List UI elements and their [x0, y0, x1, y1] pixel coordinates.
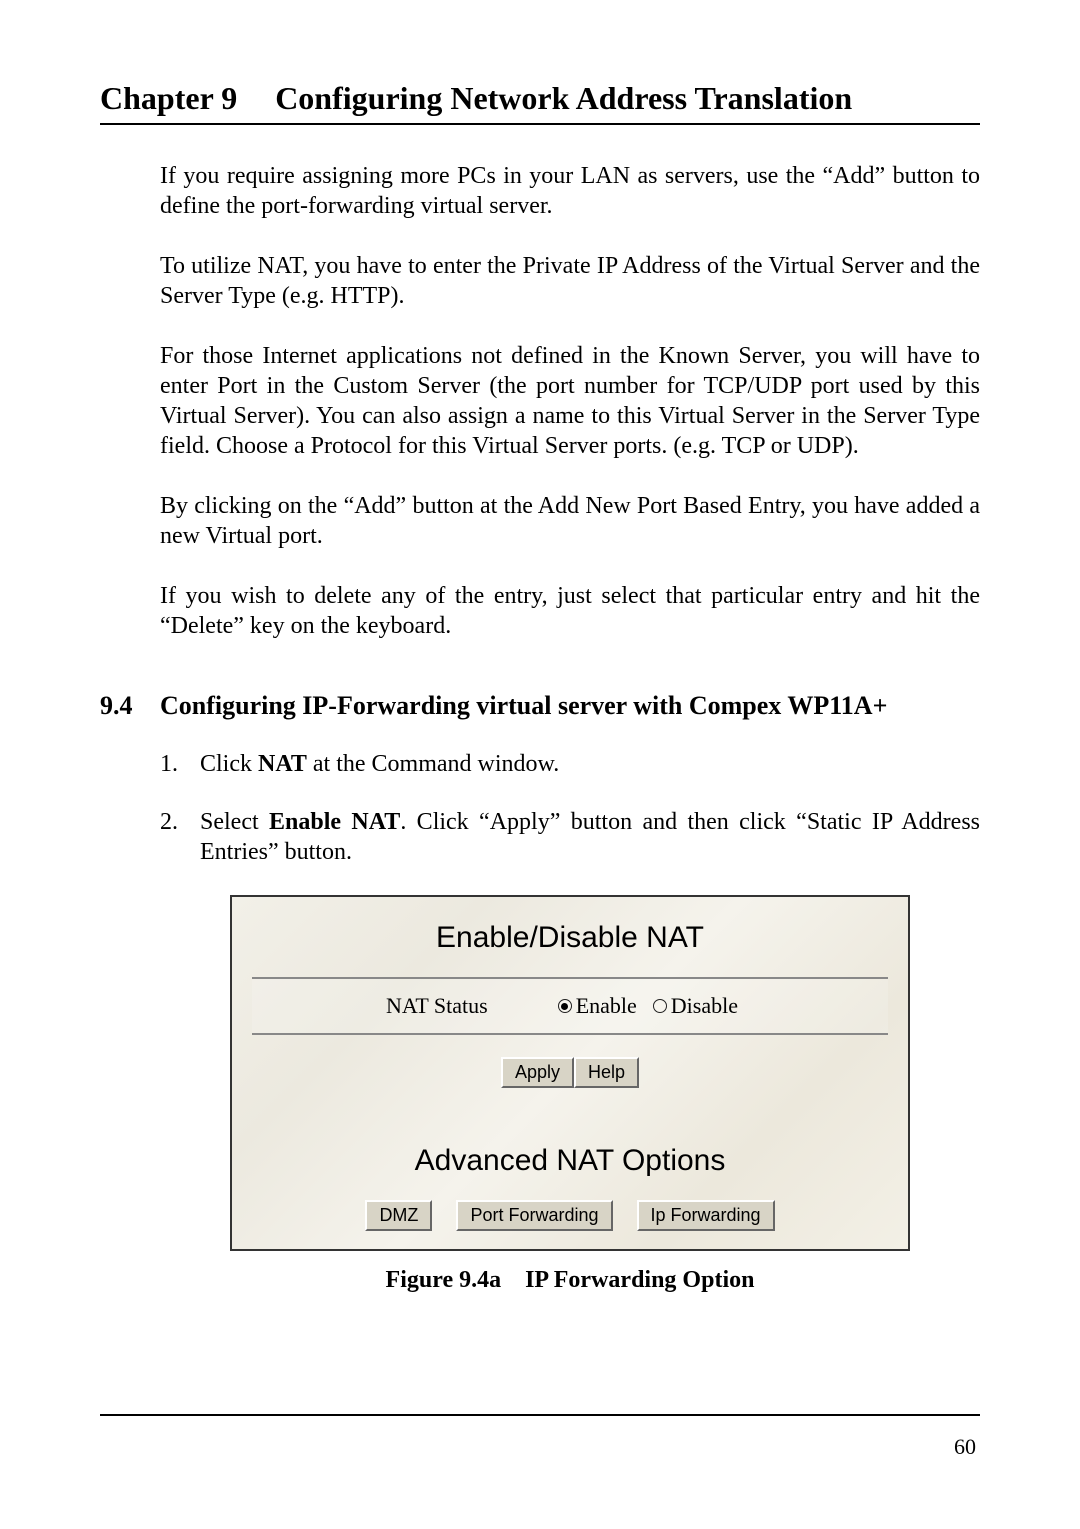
chapter-title: Chapter 9 Configuring Network Address Tra… — [100, 80, 980, 117]
radio-dot-icon — [653, 999, 667, 1013]
panel-heading: Advanced NAT Options — [232, 1144, 908, 1178]
page-number: 60 — [100, 1434, 980, 1460]
section-number: 9.4 — [100, 691, 160, 721]
text-run: Click — [200, 751, 258, 777]
section-title: Configuring IP-Forwarding virtual server… — [160, 691, 887, 721]
radio-dot-selected-icon — [558, 999, 572, 1013]
paragraph: If you wish to delete any of the entry, … — [160, 581, 980, 641]
step-number: 1. — [160, 749, 200, 779]
screenshot-panel: Enable/Disable NAT NAT Status Enable Dis… — [230, 895, 910, 1251]
figure-number: Figure 9.4a — [386, 1267, 502, 1293]
text-bold: NAT — [258, 751, 307, 777]
help-button[interactable]: Help — [574, 1057, 639, 1088]
figure-caption-text: IP Forwarding Option — [525, 1267, 754, 1293]
step-item: 1. Click NAT at the Command window. — [160, 749, 980, 779]
step-text: Click NAT at the Command window. — [200, 749, 980, 779]
paragraph: If you require assigning more PCs in you… — [160, 161, 980, 221]
paragraph: For those Internet applications not defi… — [160, 341, 980, 461]
section-heading: 9.4 Configuring IP-Forwarding virtual se… — [100, 691, 980, 721]
ip-forwarding-button[interactable]: Ip Forwarding — [637, 1200, 775, 1231]
paragraph: By clicking on the “Add” button at the A… — [160, 491, 980, 551]
radio-enable-label: Enable — [576, 993, 637, 1019]
text-run: Select — [200, 809, 269, 835]
radio-disable[interactable]: Disable — [653, 993, 738, 1019]
step-number: 2. — [160, 807, 200, 867]
port-forwarding-button[interactable]: Port Forwarding — [456, 1200, 612, 1231]
step-text: Select Enable NAT. Click “Apply” button … — [200, 807, 980, 867]
step-item: 2. Select Enable NAT. Click “Apply” butt… — [160, 807, 980, 867]
apply-button[interactable]: Apply — [501, 1057, 574, 1088]
panel-heading: Enable/Disable NAT — [232, 921, 908, 955]
radio-disable-label: Disable — [671, 993, 738, 1019]
chapter-header: Chapter 9 Configuring Network Address Tra… — [100, 80, 980, 125]
chapter-title-text: Configuring Network Address Translation — [275, 80, 852, 116]
dmz-button[interactable]: DMZ — [365, 1200, 432, 1231]
chapter-number: Chapter 9 — [100, 80, 237, 116]
nat-status-label: NAT Status — [386, 993, 488, 1019]
figure-caption: Figure 9.4a IP Forwarding Option — [386, 1267, 755, 1294]
footer-rule — [100, 1414, 980, 1416]
text-run: at the Command window. — [307, 751, 559, 777]
text-bold: Enable NAT — [269, 809, 400, 835]
radio-enable[interactable]: Enable — [558, 993, 637, 1019]
paragraph: To utilize NAT, you have to enter the Pr… — [160, 251, 980, 311]
nat-status-row: NAT Status Enable Disable — [252, 977, 888, 1035]
